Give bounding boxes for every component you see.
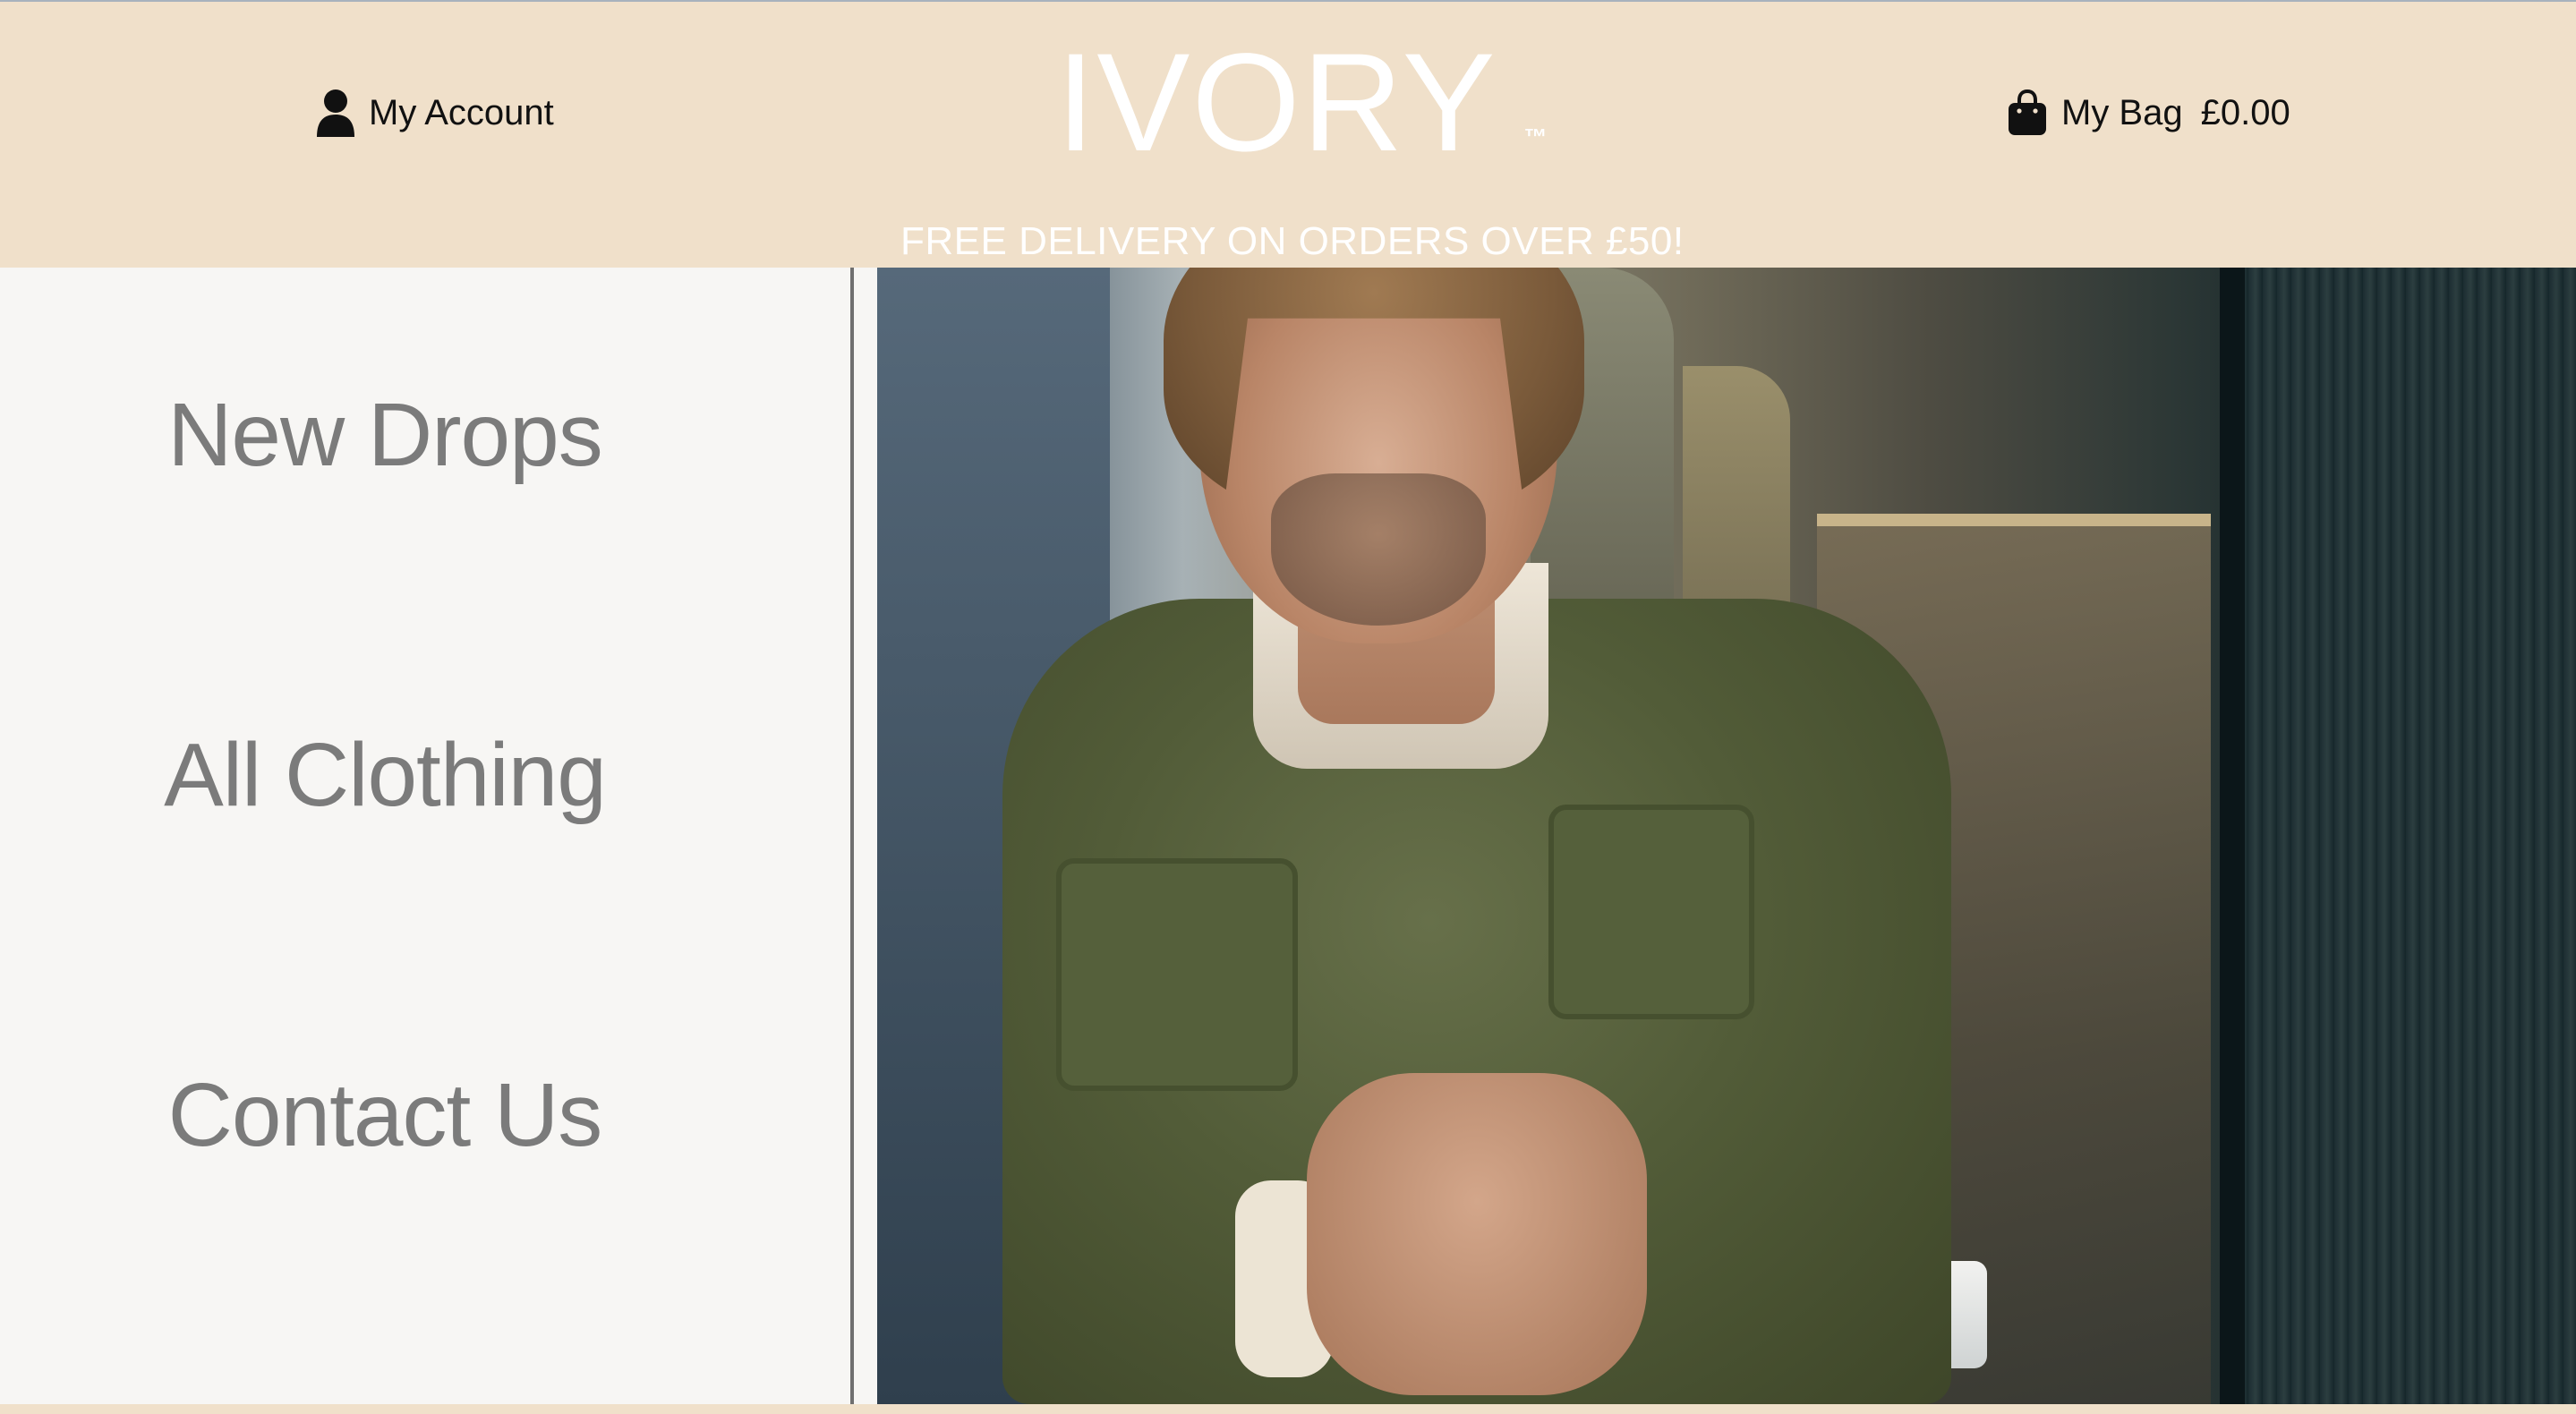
brand-logo[interactable]: IVORY ™: [1056, 25, 1548, 181]
my-bag-link[interactable]: My Bag £0.00: [2008, 86, 2290, 140]
trademark-symbol: ™: [1523, 124, 1548, 150]
bag-total: £0.00: [2200, 92, 2290, 132]
my-bag-label: My Bag: [2061, 92, 2183, 132]
nav-contact-us[interactable]: Contact Us: [0, 1064, 770, 1167]
hero-image: [877, 268, 2576, 1404]
hero-shower-rail: [1817, 514, 2211, 526]
promo-text: FREE DELIVERY ON ORDERS OVER £50!: [900, 219, 1685, 263]
hero-fluted-glass: [2220, 268, 2576, 1404]
hero-pocket-left: [1056, 858, 1298, 1091]
promo-banner: FREE DELIVERY ON ORDERS OVER £50!: [0, 217, 2576, 267]
nav-new-drops[interactable]: New Drops: [0, 384, 770, 487]
user-icon: [317, 89, 354, 137]
site-header: My Account IVORY ™ My Bag £0.00 FREE DEL…: [0, 2, 2576, 268]
hero-hands: [1307, 1073, 1647, 1395]
shopping-bag-icon: [2009, 89, 2046, 135]
page: My Account IVORY ™ My Bag £0.00 FREE DEL…: [0, 0, 2576, 1414]
sidebar-gap: [854, 268, 877, 1404]
my-account-label: My Account: [369, 92, 554, 132]
hero-pocket-right: [1548, 805, 1754, 1019]
brand-name: IVORY: [1056, 25, 1497, 181]
my-account-link[interactable]: My Account: [315, 88, 554, 138]
hero-door-frame: [2220, 268, 2245, 1404]
sidebar-nav: New Drops All Clothing Contact Us: [0, 268, 850, 1404]
hero-beard: [1271, 473, 1486, 626]
nav-all-clothing[interactable]: All Clothing: [0, 724, 770, 827]
